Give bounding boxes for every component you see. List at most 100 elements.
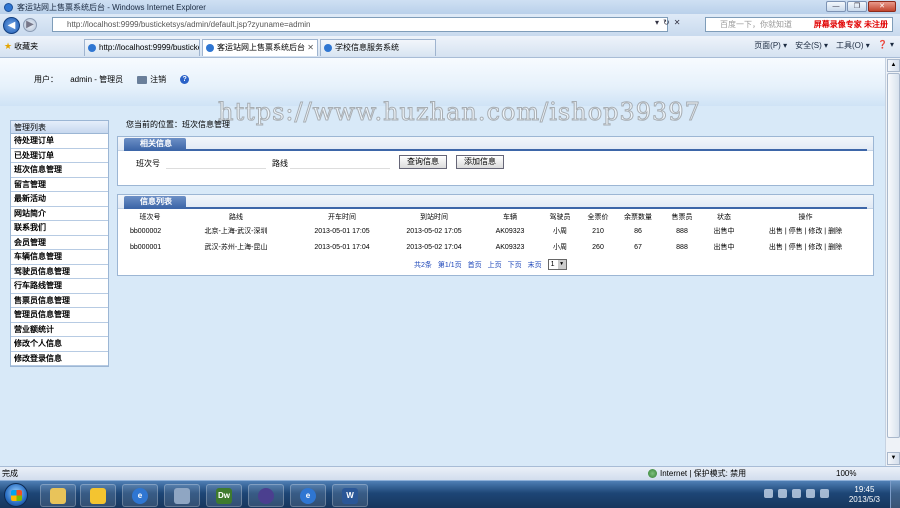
tray-icon[interactable] bbox=[778, 489, 787, 498]
search-placeholder: 百度一下，你就知道 bbox=[720, 20, 792, 29]
help-icon[interactable]: ? bbox=[180, 75, 190, 84]
tab-1[interactable]: http://localhost:9999/busticketsys/sc... bbox=[84, 39, 200, 56]
favorites-button[interactable]: ★ 收藏夹 bbox=[4, 41, 38, 52]
scroll-up-icon[interactable]: ▲ bbox=[887, 59, 900, 72]
minimize-button[interactable]: — bbox=[826, 1, 846, 12]
taskbar-ie[interactable]: e bbox=[122, 484, 158, 507]
col-vehicle: 车辆 bbox=[503, 214, 517, 221]
tools-menu[interactable]: 工具(O) ▾ bbox=[836, 40, 870, 51]
edit-link[interactable]: 修改 bbox=[808, 244, 822, 251]
stop-icon[interactable]: ✕ bbox=[674, 18, 681, 27]
tab-2[interactable]: 客运站网上售票系统后台 ✕ bbox=[202, 39, 318, 56]
forward-button[interactable]: ▶ bbox=[23, 18, 37, 32]
logout-icon bbox=[137, 75, 148, 84]
menu-item-processed-orders[interactable]: 已处理订单 bbox=[11, 149, 108, 163]
chevron-down-icon: ▼ bbox=[557, 260, 566, 269]
taskbar-tools[interactable] bbox=[164, 484, 200, 507]
route-input[interactable] bbox=[290, 156, 390, 169]
show-desktop-button[interactable] bbox=[890, 481, 900, 508]
windows-taskbar: e Dw e W 19:45 2013/5/3 bbox=[0, 480, 900, 508]
taskbar-dreamweaver[interactable]: Dw bbox=[206, 484, 242, 507]
edit-link[interactable]: 修改 bbox=[808, 228, 822, 235]
add-button[interactable]: 添加信息 bbox=[456, 155, 504, 169]
menu-item-vehicles[interactable]: 车辆信息管理 bbox=[11, 250, 108, 265]
cell-vehicle: AK09323 bbox=[495, 227, 525, 235]
vertical-scrollbar[interactable]: ▲ ▼ bbox=[885, 58, 900, 466]
menu-item-schedule[interactable]: 班次信息管理 bbox=[11, 163, 108, 178]
url-field[interactable]: http://localhost:9999/busticketsys/admin… bbox=[52, 17, 668, 32]
tray-icon[interactable] bbox=[806, 489, 815, 498]
zoom-level[interactable]: 100% bbox=[836, 467, 856, 480]
sell-link[interactable]: 出售 bbox=[769, 244, 783, 251]
dropdown-icon[interactable]: ▾ bbox=[655, 18, 659, 27]
list-panel-header: 信息列表 bbox=[118, 195, 873, 209]
taskbar-notes[interactable] bbox=[80, 484, 116, 507]
next-page-link[interactable]: 下页 bbox=[508, 260, 522, 270]
taskbar-eclipse[interactable] bbox=[248, 484, 284, 507]
menu-item-sellers[interactable]: 售票员信息管理 bbox=[11, 294, 108, 308]
window-titlebar: 客运站网上售票系统后台 - Windows Internet Explorer … bbox=[0, 0, 900, 14]
menu-item-revenue[interactable]: 营业额统计 bbox=[11, 323, 108, 337]
search-input[interactable]: 百度一下，你就知道 屏幕录像专家 未注册 bbox=[705, 17, 893, 32]
logout-link[interactable]: 注销 bbox=[137, 74, 166, 85]
tray-icon[interactable] bbox=[820, 489, 829, 498]
cell-vehicle: AK09323 bbox=[495, 243, 525, 251]
tab-label: 学校信息服务系统 bbox=[335, 43, 399, 52]
delete-link[interactable]: 删除 bbox=[828, 228, 842, 235]
cell-depart: 2013-05-01 17:04 bbox=[314, 243, 370, 251]
menu-item-edit-login[interactable]: 修改登录信息 bbox=[11, 352, 108, 366]
menu-item-activities[interactable]: 最新活动 bbox=[11, 192, 108, 207]
stop-sale-link[interactable]: 停售 bbox=[789, 244, 803, 251]
safety-menu[interactable]: 安全(S) ▾ bbox=[795, 40, 828, 51]
sell-link[interactable]: 出售 bbox=[769, 228, 783, 235]
status-text: 完成 bbox=[2, 469, 18, 478]
menu-item-routes[interactable]: 行车路线管理 bbox=[11, 279, 108, 294]
web-page: 用户： admin - 管理员 注销 ? 管理列表 待处理订单 已处理订单 班次… bbox=[0, 58, 885, 466]
taskbar-word[interactable]: W bbox=[332, 484, 368, 507]
page-select[interactable]: 1 ▼ bbox=[547, 259, 567, 270]
menu-item-members[interactable]: 会员管理 bbox=[11, 236, 108, 250]
favorites-bar: ★ 收藏夹 http://localhost:9999/busticketsys… bbox=[0, 36, 900, 58]
prev-page-link[interactable]: 上页 bbox=[488, 260, 502, 270]
delete-link[interactable]: 删除 bbox=[828, 244, 842, 251]
menu-item-contact[interactable]: 联系我们 bbox=[11, 221, 108, 236]
cell-depart: 2013-05-01 17:05 bbox=[314, 227, 370, 235]
tab-label: http://localhost:9999/busticketsys/sc... bbox=[99, 43, 200, 52]
menu-item-edit-profile[interactable]: 修改个人信息 bbox=[11, 337, 108, 352]
query-button[interactable]: 查询信息 bbox=[399, 155, 447, 169]
first-page-link[interactable]: 首页 bbox=[468, 260, 482, 270]
back-button[interactable]: ◀ bbox=[3, 16, 20, 34]
cell-id: bb000001 bbox=[130, 243, 162, 251]
tab-3[interactable]: 学校信息服务系统 bbox=[320, 39, 436, 56]
col-driver: 驾驶员 bbox=[549, 214, 571, 221]
close-tab-icon[interactable]: ✕ bbox=[307, 40, 314, 56]
folder-icon bbox=[50, 487, 66, 504]
refresh-icon[interactable]: ↻ bbox=[663, 18, 670, 27]
cell-status: 出售中 bbox=[713, 244, 735, 251]
stop-sale-link[interactable]: 停售 bbox=[789, 228, 803, 235]
menu-item-admins[interactable]: 管理员信息管理 bbox=[11, 308, 108, 323]
cell-price: 260 bbox=[592, 243, 604, 251]
tray-icon[interactable] bbox=[764, 489, 773, 498]
menu-item-about[interactable]: 网站简介 bbox=[11, 207, 108, 221]
last-page-link[interactable]: 末页 bbox=[528, 260, 542, 270]
close-button[interactable]: ✕ bbox=[868, 1, 896, 12]
help-menu[interactable]: ❓ ▾ bbox=[878, 40, 894, 51]
cell-arrive: 2013-05-02 17:05 bbox=[406, 227, 462, 235]
cell-route: 北京-上海-武汉-深圳 bbox=[204, 228, 268, 235]
taskbar-ie-2[interactable]: e bbox=[290, 484, 326, 507]
list-panel-title: 信息列表 bbox=[124, 196, 186, 208]
scroll-down-icon[interactable]: ▼ bbox=[887, 452, 900, 465]
start-button[interactable] bbox=[4, 483, 28, 507]
menu-item-pending-orders[interactable]: 待处理订单 bbox=[11, 134, 108, 149]
tray-icon[interactable] bbox=[792, 489, 801, 498]
scroll-thumb[interactable] bbox=[887, 73, 900, 438]
schedule-no-input[interactable] bbox=[166, 156, 266, 169]
page-menu[interactable]: 页面(P) ▾ bbox=[754, 40, 787, 51]
maximize-button[interactable]: ❐ bbox=[847, 1, 867, 12]
clock[interactable]: 19:45 2013/5/3 bbox=[849, 485, 880, 505]
schedule-table: 班次号 路线 开车时间 到站时间 车辆 驾驶员 全票价 余票数量 售票员 状态 … bbox=[124, 211, 867, 255]
menu-item-drivers[interactable]: 驾驶员信息管理 bbox=[11, 265, 108, 279]
taskbar-explorer[interactable] bbox=[40, 484, 76, 507]
menu-item-messages[interactable]: 留言管理 bbox=[11, 178, 108, 192]
